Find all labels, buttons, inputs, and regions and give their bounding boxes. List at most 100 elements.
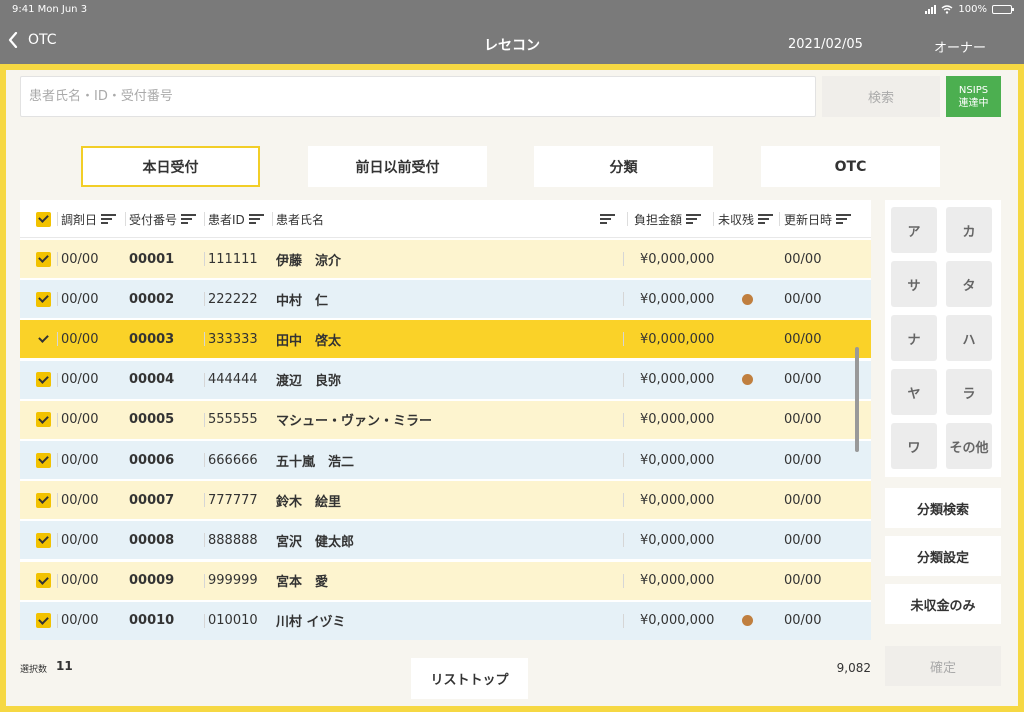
sort-icon	[181, 214, 197, 224]
back-label: OTC	[28, 32, 57, 48]
kana-button-ha[interactable]: ハ	[946, 315, 992, 361]
cell-patient-name: 中村 仁	[276, 293, 329, 309]
main-content: 検索 NSIPS 連達中 本日受付 前日以前受付 分類 OTC 調剤日 受付番号	[6, 70, 1018, 706]
kana-button-na[interactable]: ナ	[891, 315, 937, 361]
checkbox-icon	[36, 251, 51, 267]
cell-receipt-number: 00005	[129, 412, 175, 428]
kana-button-ta[interactable]: タ	[946, 261, 992, 307]
search-button[interactable]: 検索	[822, 76, 940, 117]
row-checkbox[interactable]	[36, 320, 51, 358]
row-checkbox[interactable]	[36, 441, 51, 479]
header-name-sort[interactable]	[600, 200, 615, 238]
nsips-status-badge: NSIPS 連達中	[946, 76, 1001, 117]
row-checkbox[interactable]	[36, 602, 51, 640]
header-date[interactable]: 調剤日	[61, 200, 117, 238]
cell-receipt-number: 00001	[129, 251, 175, 267]
cell-date: 00/00	[61, 532, 99, 548]
row-checkbox[interactable]	[36, 481, 51, 519]
tab-previous[interactable]: 前日以前受付	[308, 146, 487, 187]
table-row[interactable]: 00/00 00010 010010 川村 イヅミ ¥0,000,000 00/00	[20, 601, 871, 640]
header-updated[interactable]: 更新日時	[784, 200, 852, 238]
table-row[interactable]: 00/00 00003 333333 田中 啓太 ¥0,000,000 00/00	[20, 320, 871, 359]
category-settings-button[interactable]: 分類設定	[885, 536, 1001, 576]
sort-icon	[836, 214, 852, 224]
search-input[interactable]	[20, 76, 816, 117]
cell-updated: 00/00	[784, 492, 822, 508]
cell-patient-id: 010010	[208, 613, 258, 629]
wifi-icon	[941, 5, 953, 14]
checkbox-icon	[36, 452, 51, 468]
tab-otc[interactable]: OTC	[761, 146, 940, 187]
cell-date: 00/00	[61, 251, 99, 267]
unpaid-only-button[interactable]: 未収金のみ	[885, 584, 1001, 624]
table-row[interactable]: 00/00 00004 444444 渡辺 良弥 ¥0,000,000 00/00	[20, 360, 871, 399]
sort-icon	[248, 214, 264, 224]
selected-count-label: 選択数	[20, 665, 48, 675]
cell-receipt-number: 00008	[129, 532, 175, 548]
kana-index-panel: アカサタナハヤラワその他	[885, 200, 1001, 477]
confirm-button[interactable]: 確定	[885, 646, 1001, 686]
row-checkbox[interactable]	[36, 240, 51, 278]
back-button[interactable]: OTC	[8, 32, 57, 48]
checkbox-icon	[36, 492, 51, 508]
header-patient-name[interactable]: 患者氏名	[276, 200, 324, 238]
nsips-status: 連達中	[958, 97, 989, 109]
kana-button-other[interactable]: その他	[946, 423, 992, 469]
total-count: 9,082	[836, 661, 871, 675]
row-checkbox[interactable]	[36, 521, 51, 559]
kana-button-ka[interactable]: カ	[946, 207, 992, 253]
kana-button-sa[interactable]: サ	[891, 261, 937, 307]
cell-date: 00/00	[61, 613, 99, 629]
kana-button-a[interactable]: ア	[891, 207, 937, 253]
cell-receipt-number: 00010	[129, 613, 175, 629]
kana-button-ra[interactable]: ラ	[946, 369, 992, 415]
row-checkbox[interactable]	[36, 562, 51, 600]
header-receipt-number[interactable]: 受付番号	[129, 200, 197, 238]
row-checkbox[interactable]	[36, 280, 51, 318]
select-all-checkbox[interactable]	[36, 200, 51, 238]
cell-amount: ¥0,000,000	[640, 613, 715, 629]
tab-today[interactable]: 本日受付	[81, 146, 260, 187]
sort-icon	[600, 214, 615, 224]
table-row[interactable]: 00/00 00005 555555 マシュー・ヴァン・ミラー ¥0,000,000 00…	[20, 400, 871, 439]
nav-bar: OTC レセコン 2021/02/05 オーナー	[0, 22, 1024, 64]
chevron-left-icon	[8, 32, 18, 48]
battery-icon	[992, 5, 1014, 14]
cell-receipt-number: 00003	[129, 331, 175, 347]
kana-button-ya[interactable]: ヤ	[891, 369, 937, 415]
table-row[interactable]: 00/00 00002 222222 中村 仁 ¥0,000,000 00/00	[20, 280, 871, 319]
cell-amount: ¥0,000,000	[640, 291, 715, 307]
cell-date: 00/00	[61, 372, 99, 388]
header-unpaid[interactable]: 未収残	[718, 200, 774, 238]
kana-button-wa[interactable]: ワ	[891, 423, 937, 469]
unpaid-dot-icon	[742, 280, 753, 318]
table-row[interactable]: 00/00 00009 999999 宮本 愛 ¥0,000,000 00/00	[20, 561, 871, 600]
row-checkbox[interactable]	[36, 401, 51, 439]
cell-receipt-number: 00006	[129, 452, 175, 468]
cell-amount: ¥0,000,000	[640, 412, 715, 428]
table-row[interactable]: 00/00 00006 666666 五十嵐 浩二 ¥0,000,000 00/00	[20, 441, 871, 479]
sort-icon	[686, 214, 702, 224]
battery-percent: 100%	[958, 4, 987, 15]
cell-patient-name: 鈴木 絵里	[276, 494, 342, 510]
category-search-button[interactable]: 分類検索	[885, 488, 1001, 528]
header-amount[interactable]: 負担金額	[634, 200, 702, 238]
table-row[interactable]: 00/00 00008 888888 宮沢 健太郎 ¥0,000,000 00/00	[20, 521, 871, 560]
cell-patient-name: 宮本 愛	[276, 575, 329, 591]
cell-patient-id: 333333	[208, 331, 258, 347]
header-patient-id[interactable]: 患者ID	[208, 200, 264, 238]
tab-category[interactable]: 分類	[534, 146, 713, 187]
cell-amount: ¥0,000,000	[640, 331, 715, 347]
cell-updated: 00/00	[784, 331, 822, 347]
list-top-button[interactable]: リストトップ	[411, 658, 528, 699]
cell-date: 00/00	[61, 331, 99, 347]
cell-updated: 00/00	[784, 532, 822, 548]
cell-receipt-number: 00007	[129, 492, 175, 508]
table-row[interactable]: 00/00 00001 111111 伊藤 涼介 ¥0,000,000 00/00	[20, 240, 871, 278]
cell-patient-id: 444444	[208, 372, 258, 388]
table-row[interactable]: 00/00 00007 777777 鈴木 絵里 ¥0,000,000 00/00	[20, 481, 871, 520]
user-menu[interactable]: オーナー	[934, 37, 986, 56]
row-checkbox[interactable]	[36, 361, 51, 399]
table-scrollbar[interactable]	[855, 347, 859, 452]
cell-updated: 00/00	[784, 291, 822, 307]
